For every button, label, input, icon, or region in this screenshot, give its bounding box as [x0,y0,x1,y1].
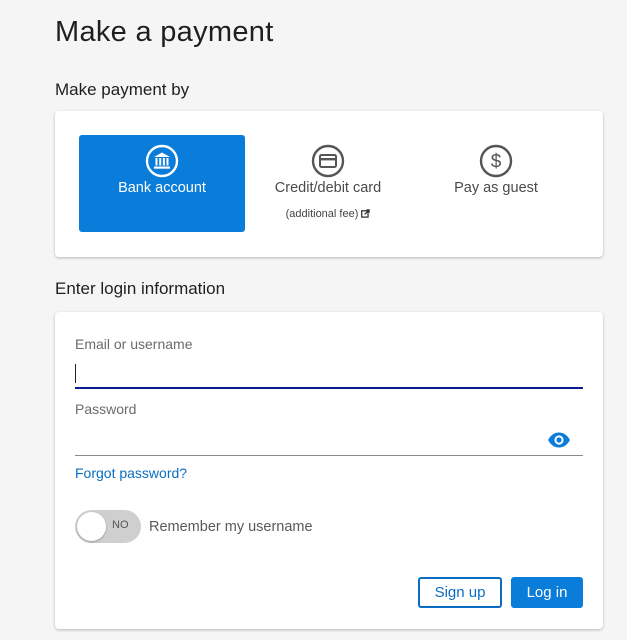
toggle-knob [77,512,106,541]
method-label: Pay as guest [454,180,538,196]
forgot-password-link[interactable]: Forgot password? [75,465,187,481]
email-field[interactable] [75,357,583,389]
toggle-state-text: NO [112,519,129,531]
sign-up-button[interactable]: Sign up [418,577,502,608]
password-field[interactable] [75,424,583,456]
show-password-eye-icon[interactable] [547,431,571,449]
payment-method-heading: Make payment by [55,80,190,99]
method-label: Bank account [118,180,206,196]
credit-card-icon [311,144,345,178]
dollar-icon: $ [479,144,513,178]
login-heading: Enter login information [55,279,226,298]
email-label: Email or username [75,336,193,352]
remember-username-label: Remember my username [149,519,313,535]
bank-icon [145,144,179,178]
external-link-icon [361,209,371,218]
method-pay-as-guest[interactable]: $ Pay as guest [413,135,579,232]
method-credit-debit-card[interactable]: Credit/debit card (additional fee) [245,135,411,232]
method-bank-account[interactable]: Bank account [79,135,245,232]
text-cursor [75,364,76,383]
log-in-button[interactable]: Log in [511,577,583,608]
remember-username-toggle[interactable]: NO [75,510,141,543]
password-label: Password [75,401,137,417]
payment-method-card: Bank account Credit/debit card (addition… [55,111,603,257]
page-title: Make a payment [55,16,274,48]
method-label: Credit/debit card [274,180,382,196]
login-card: Email or username Password Forgot passwo… [55,312,603,629]
method-sublabel: (additional fee) [245,208,411,220]
additional-fee-text: (additional fee) [285,208,359,220]
svg-text:$: $ [491,152,502,173]
